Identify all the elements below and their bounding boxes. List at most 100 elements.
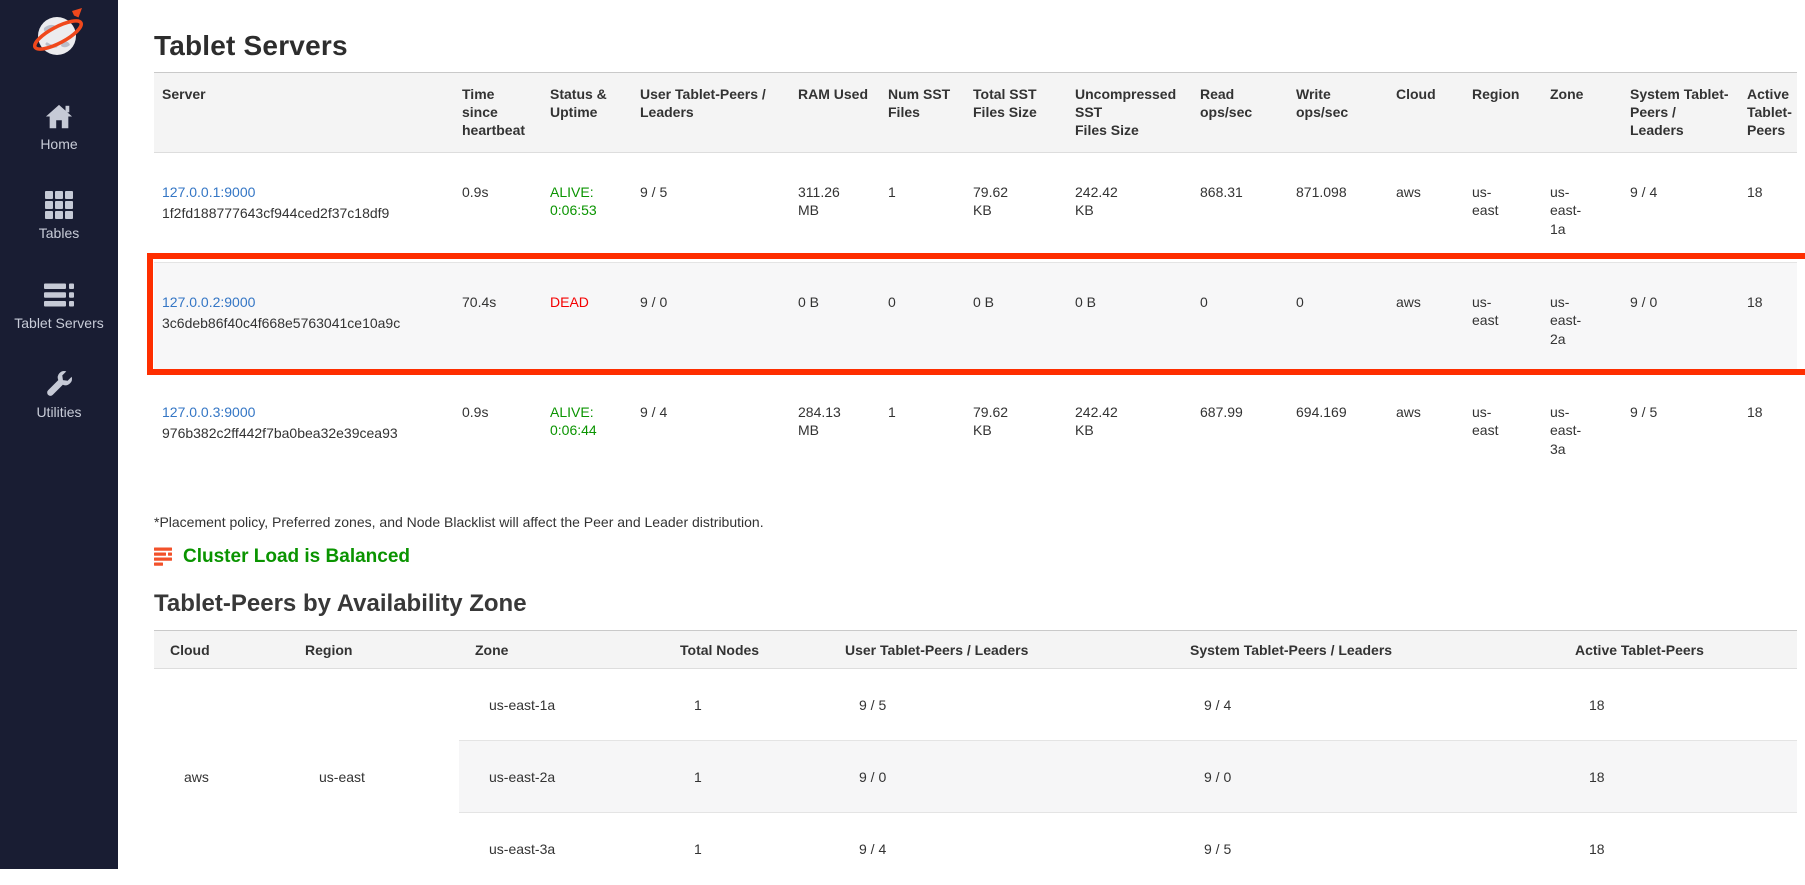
servers-header-row: Server Time since heartbeat Status & Upt… — [154, 73, 1797, 153]
cell-cloud: aws — [1388, 262, 1464, 372]
sidebar-item-label: Utilities — [36, 405, 81, 420]
column-header-total-sst: Total SST Files Size — [965, 73, 1067, 153]
cell-user-peers: 9 / 5 — [632, 152, 790, 262]
column-header-status: Status & Uptime — [542, 73, 632, 153]
cell-uncompressed-sst: 0 B — [1067, 262, 1192, 372]
cell-zone: us-east-1a — [459, 669, 664, 741]
app-logo[interactable] — [32, 8, 86, 63]
cell-active-peers: 18 — [1559, 669, 1797, 741]
cell-system-peers: 9 / 4 — [1622, 152, 1739, 262]
cell-active-peers: 18 — [1739, 372, 1797, 482]
tablet-servers-table: Server Time since heartbeat Status & Upt… — [154, 72, 1797, 482]
cell-status: DEAD — [542, 262, 632, 372]
placement-note: *Placement policy, Preferred zones, and … — [154, 514, 1805, 530]
cell-system-peers: 9 / 5 — [1174, 813, 1559, 885]
cell-total-nodes: 1 — [664, 669, 829, 741]
cell-active-peers: 18 — [1739, 152, 1797, 262]
cell-user-peers: 9 / 5 — [829, 669, 1174, 741]
cell-user-peers: 9 / 4 — [829, 813, 1174, 885]
cell-write-ops: 871.098 — [1288, 152, 1388, 262]
cell-region: us- east — [1464, 152, 1542, 262]
cell-read-ops: 868.31 — [1192, 152, 1288, 262]
cell-total-sst: 0 B — [965, 262, 1067, 372]
server-link[interactable]: 127.0.0.3:9000 — [162, 404, 255, 420]
cell-total-nodes: 1 — [664, 741, 829, 813]
sidebar-item-label: Tablet Servers — [14, 316, 103, 331]
cell-zone: us- east- 2a — [1542, 262, 1622, 372]
server-row-2-highlighted: 127.0.0.2:9000 3c6deb86f40c4f668e5763041… — [154, 262, 1797, 372]
server-uuid: 1f2fd188777643cf944ced2f37c18df9 — [162, 204, 446, 223]
cell-zone: us- east- 1a — [1542, 152, 1622, 262]
wrench-icon — [44, 369, 74, 399]
zones-header-row: Cloud Region Zone Total Nodes User Table… — [154, 631, 1797, 669]
cell-server: 127.0.0.3:9000 976b382c2ff442f7ba0bea32e… — [154, 372, 454, 482]
cell-cloud: aws — [154, 669, 289, 885]
server-uuid: 3c6deb86f40c4f668e5763041ce10a9c — [162, 314, 446, 333]
cell-active-peers: 18 — [1739, 262, 1797, 372]
column-header-active-peers: Active Tablet-Peers — [1739, 73, 1797, 153]
cell-cloud: aws — [1388, 152, 1464, 262]
tablet-servers-icon — [42, 280, 76, 310]
cluster-load-status: Cluster Load is Balanced — [183, 546, 410, 568]
server-link[interactable]: 127.0.0.1:9000 — [162, 184, 255, 200]
cell-status: ALIVE: 0:06:44 — [542, 372, 632, 482]
column-header-user-peers: User Tablet-Peers / Leaders — [632, 73, 790, 153]
cluster-load-icon — [154, 547, 174, 567]
column-header-read-ops: Read ops/sec — [1192, 73, 1288, 153]
sidebar-item-tables[interactable]: Tables — [0, 190, 118, 241]
home-icon — [44, 103, 74, 131]
column-header-num-sst: Num SST Files — [880, 73, 965, 153]
column-header-cloud: Cloud — [154, 631, 289, 669]
column-header-server: Server — [154, 73, 454, 153]
zones-section-title: Tablet-Peers by Availability Zone — [154, 590, 1805, 618]
cell-region: us- east — [1464, 372, 1542, 482]
sidebar-item-home[interactable]: Home — [0, 103, 118, 152]
column-header-user-peers: User Tablet-Peers / Leaders — [829, 631, 1174, 669]
main-content: Tablet Servers Server Time since heartbe… — [118, 0, 1805, 885]
cell-heartbeat: 0.9s — [454, 372, 542, 482]
cell-user-peers: 9 / 0 — [829, 741, 1174, 813]
tablet-peers-by-zone-table: Cloud Region Zone Total Nodes User Table… — [154, 630, 1797, 885]
cell-server: 127.0.0.2:9000 3c6deb86f40c4f668e5763041… — [154, 262, 454, 372]
column-header-cloud: Cloud — [1388, 73, 1464, 153]
server-row-1: 127.0.0.1:9000 1f2fd188777643cf944ced2f3… — [154, 152, 1797, 262]
cell-num-sst: 1 — [880, 152, 965, 262]
column-header-heartbeat: Time since heartbeat — [454, 73, 542, 153]
sidebar-nav: Home Tables Tablet Servers — [0, 103, 118, 421]
cell-user-peers: 9 / 0 — [632, 262, 790, 372]
cell-region: us-east — [289, 669, 459, 885]
cell-write-ops: 694.169 — [1288, 372, 1388, 482]
column-header-zone: Zone — [1542, 73, 1622, 153]
column-header-active-peers: Active Tablet-Peers — [1559, 631, 1797, 669]
sidebar-item-tablet-servers[interactable]: Tablet Servers — [0, 280, 118, 331]
cell-num-sst: 0 — [880, 262, 965, 372]
sidebar: Home Tables Tablet Servers — [0, 0, 118, 869]
cell-zone: us- east- 3a — [1542, 372, 1622, 482]
cell-system-peers: 9 / 4 — [1174, 669, 1559, 741]
cell-uncompressed-sst: 242.42 KB — [1067, 372, 1192, 482]
cell-total-sst: 79.62 KB — [965, 152, 1067, 262]
cell-ram: 284.13 MB — [790, 372, 880, 482]
column-header-ram: RAM Used — [790, 73, 880, 153]
cell-heartbeat: 0.9s — [454, 152, 542, 262]
column-header-region: Region — [1464, 73, 1542, 153]
column-header-zone: Zone — [459, 631, 664, 669]
server-row-3: 127.0.0.3:9000 976b382c2ff442f7ba0bea32e… — [154, 372, 1797, 482]
cell-num-sst: 1 — [880, 372, 965, 482]
cell-total-nodes: 1 — [664, 813, 829, 885]
cell-heartbeat: 70.4s — [454, 262, 542, 372]
server-uuid: 976b382c2ff442f7ba0bea32e39cea93 — [162, 424, 446, 443]
column-header-region: Region — [289, 631, 459, 669]
cell-uncompressed-sst: 242.42 KB — [1067, 152, 1192, 262]
page-title: Tablet Servers — [154, 30, 1805, 62]
column-header-write-ops: Write ops/sec — [1288, 73, 1388, 153]
zone-row-1: aws us-east us-east-1a 1 9 / 5 9 / 4 18 — [154, 669, 1797, 741]
column-header-system-peers: System Tablet-Peers / Leaders — [1174, 631, 1559, 669]
server-link[interactable]: 127.0.0.2:9000 — [162, 294, 255, 310]
servers-table-wrap: Server Time since heartbeat Status & Upt… — [154, 72, 1805, 482]
sidebar-item-utilities[interactable]: Utilities — [0, 369, 118, 420]
column-header-system-peers: System Tablet-Peers / Leaders — [1622, 73, 1739, 153]
cell-system-peers: 9 / 5 — [1622, 372, 1739, 482]
cell-status: ALIVE: 0:06:53 — [542, 152, 632, 262]
cell-cloud: aws — [1388, 372, 1464, 482]
